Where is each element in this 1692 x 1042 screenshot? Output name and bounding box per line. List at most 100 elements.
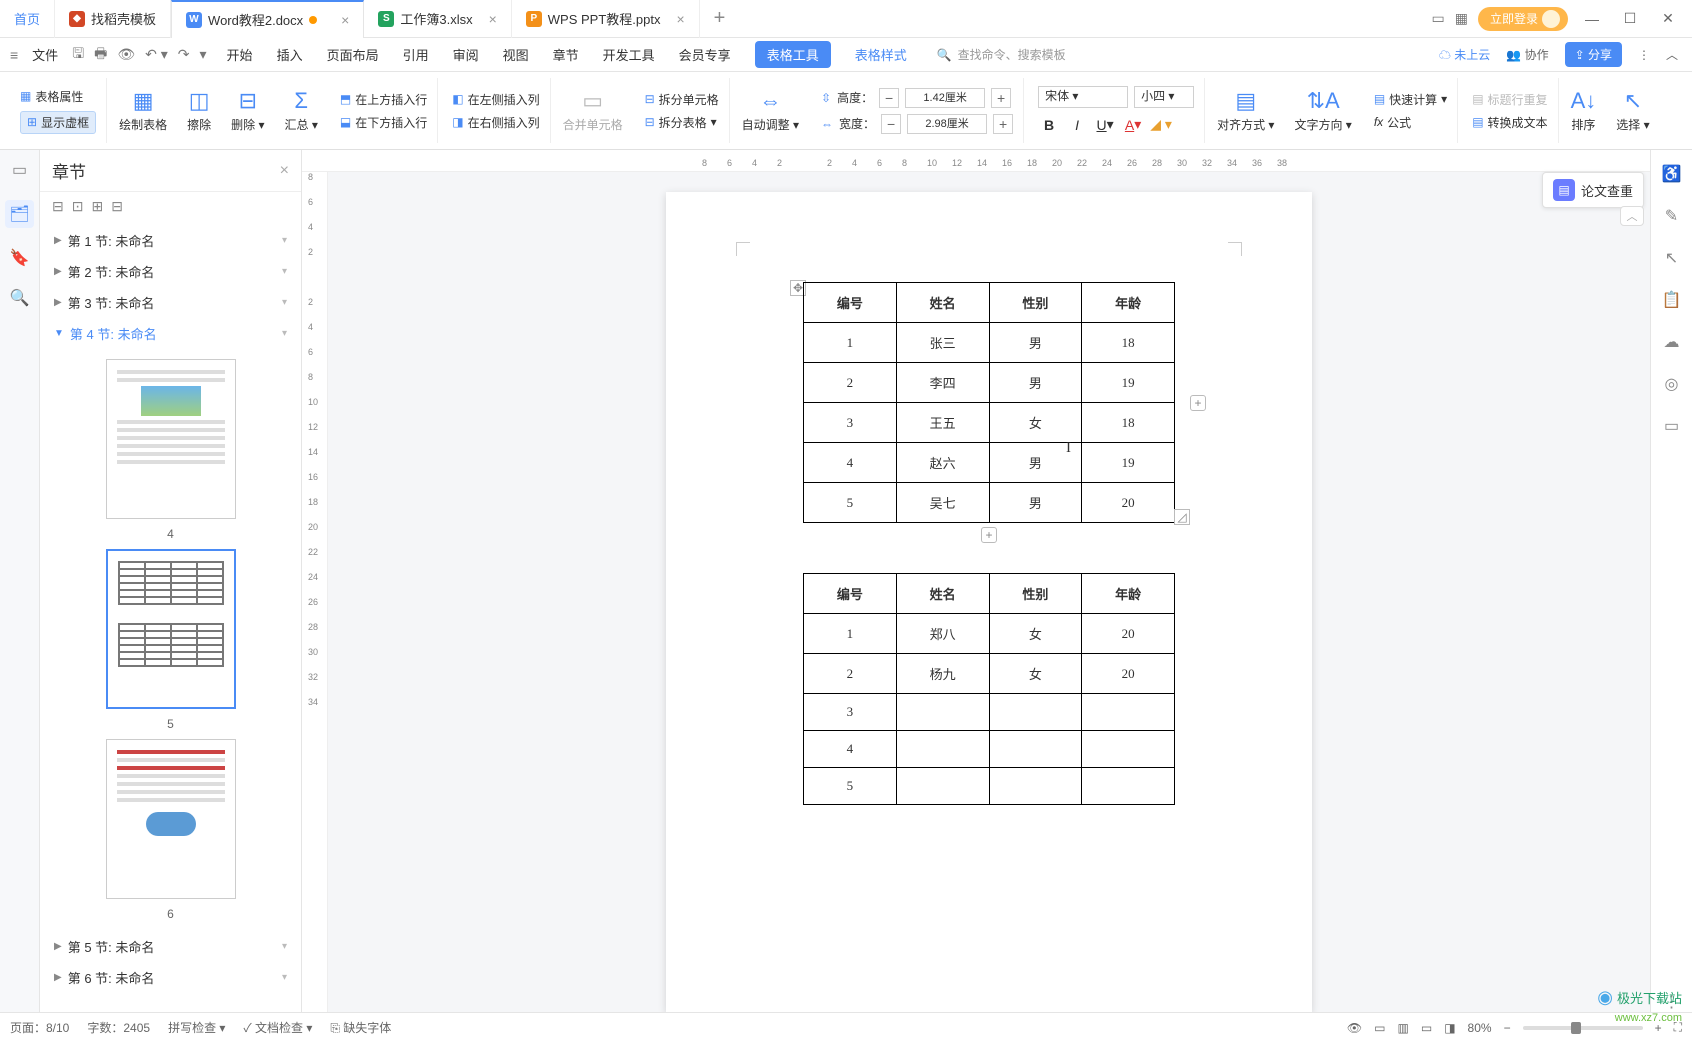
close-icon[interactable]: × [489,11,497,27]
cloud-status[interactable]: ☁ 未上云 [1439,46,1490,63]
collapse-chip[interactable]: ︿ [1620,206,1644,226]
tab-ppt[interactable]: PWPS PPT教程.pptx× [512,0,700,38]
tab-template[interactable]: ◆找稻壳模板 [55,0,171,38]
table-cell[interactable]: 女 [989,403,1082,443]
table-cell[interactable]: 2 [804,654,897,694]
align-button[interactable]: ▤对齐方式 ▾ [1209,78,1282,143]
insert-row-below[interactable]: ⬓在下方插入行 [340,114,427,131]
font-size-select[interactable]: 小四 ▾ [1134,86,1194,108]
menu-review[interactable]: 审阅 [453,45,479,64]
coop-button[interactable]: 👥 协作 [1506,46,1548,63]
table-cell[interactable]: 1 [804,323,897,363]
maximize-button[interactable]: ☐ [1616,10,1644,27]
share-button[interactable]: ⇪ 分享 [1565,42,1622,67]
table-cell[interactable]: 19 [1082,443,1175,483]
table-row[interactable]: 5 [804,768,1175,805]
zoom-slider[interactable] [1523,1026,1643,1030]
table-header[interactable]: 年龄 [1082,574,1175,614]
spell-check[interactable]: 拼写检查 ▾ [168,1019,225,1036]
erase-button[interactable]: ◫擦除 [179,78,219,143]
table-row[interactable]: 5吴七男20 [804,483,1175,523]
menu-section[interactable]: 章节 [553,45,579,64]
table-cell[interactable]: 吴七 [896,483,989,523]
zoom-out[interactable]: − [1504,1021,1511,1035]
table-cell[interactable]: 2 [804,363,897,403]
remove-section-icon[interactable]: ⊟ [111,198,123,215]
table-cell[interactable]: 女 [989,614,1082,654]
horizontal-ruler[interactable]: 86422468101214161820222426283032343638 [302,150,1650,172]
section-item-3[interactable]: ▶第 3 节: 未命名▾ [40,287,301,318]
table-add-row[interactable]: + [981,527,997,543]
highlight-button[interactable]: ◢ ▾ [1150,114,1172,136]
menu-start[interactable]: 开始 [227,45,253,64]
menu-layout[interactable]: 页面布局 [327,45,379,64]
draw-table[interactable]: ▦绘制表格 [111,78,175,143]
preview-icon[interactable]: 👁 [117,46,135,63]
section-item-4[interactable]: ▼第 4 节: 未命名▾ [40,318,301,349]
table-cell[interactable]: 王五 [896,403,989,443]
assistant-icon[interactable]: ♿ [1662,164,1682,184]
table-cell[interactable]: 20 [1082,483,1175,523]
font-color-button[interactable]: A ▾ [1122,114,1144,136]
new-tab-button[interactable]: + [700,7,740,30]
pointer-icon[interactable]: ↖ [1665,248,1678,268]
insert-row-above[interactable]: ⬒在上方插入行 [340,91,427,108]
missing-font[interactable]: ⎘ 缺失字体 [330,1019,391,1036]
cloud-icon[interactable]: ☁ [1664,332,1680,352]
table-row[interactable]: 2李四男19 [804,363,1175,403]
table-cell[interactable] [989,731,1082,768]
menu-ref[interactable]: 引用 [403,45,429,64]
menu-table-style[interactable]: 表格样式 [855,45,907,64]
grid-icon[interactable]: ▦ [1455,10,1468,27]
table-cell[interactable]: 20 [1082,614,1175,654]
vertical-ruler[interactable]: 8642246810121416182022242628303234 [302,172,328,1012]
table-cell[interactable]: 赵六 [896,443,989,483]
auto-fit[interactable]: ⇔自动调整 ▾ [734,78,807,143]
text-direction[interactable]: ⇅A文字方向 ▾ [1286,78,1359,143]
page-indicator[interactable]: 页面：8/10 [10,1019,69,1036]
file-menu[interactable]: 文件 [32,45,58,64]
table-cell[interactable]: 男 [989,483,1082,523]
zoom-value[interactable]: 80% [1468,1021,1492,1035]
table-row[interactable]: 3王五女18 [804,403,1175,443]
table-header[interactable]: 姓名 [896,283,989,323]
more-menu[interactable]: ⋮ [1638,48,1650,62]
tab-home[interactable]: 首页 [0,0,55,38]
table-cell[interactable]: 5 [804,483,897,523]
save-icon[interactable]: 🖫 [72,43,84,67]
menu-view[interactable]: 视图 [503,45,529,64]
login-button[interactable]: 立即登录 [1478,7,1568,31]
font-name-select[interactable]: 宋体 ▾ [1038,86,1128,108]
table-header[interactable]: 年龄 [1082,283,1175,323]
table-header[interactable]: 编号 [804,574,897,614]
convert-to-text[interactable]: ▤转换成文本 [1472,114,1547,131]
eye-icon[interactable]: 👁 [1347,1021,1362,1035]
sections-icon[interactable]: 🗂 [5,200,33,228]
menu-icon[interactable]: ≡ [10,47,18,63]
height-plus[interactable]: + [991,88,1011,108]
table-cell[interactable]: 李四 [896,363,989,403]
table-cell[interactable]: 18 [1082,403,1175,443]
view-mode-2[interactable]: ▥ [1398,1021,1409,1035]
select-button[interactable]: ↖选择 ▾ [1608,78,1657,143]
italic-button[interactable]: I [1066,114,1088,136]
undo-icon[interactable]: ↶ ▾ [145,46,168,63]
show-dashed-border[interactable]: ⊞显示虚框 [20,111,96,134]
table-row[interactable]: 4赵六男19 [804,443,1175,483]
document-page[interactable]: ✥ + 编号姓名性别年龄1张三男182李四男193王五女184赵六男195吴七男… [666,192,1312,1012]
word-count[interactable]: 字数：2405 [87,1019,150,1036]
page-thumb-6[interactable] [106,739,236,899]
table-cell[interactable]: 杨九 [896,654,989,694]
clipboard-icon[interactable]: 📋 [1662,290,1682,310]
width-plus[interactable]: + [993,114,1013,134]
fast-calc[interactable]: ▤快速计算 ▾ [1374,91,1447,108]
section-item-6[interactable]: ▶第 6 节: 未命名▾ [40,962,301,993]
table-resize-handle[interactable]: ◿ [1174,509,1190,525]
table-cell[interactable]: 男 [989,323,1082,363]
table-cell[interactable] [1082,694,1175,731]
add-section-icon[interactable]: ⊞ [91,198,103,215]
split-cells[interactable]: ⊟拆分单元格 [645,91,719,108]
bold-button[interactable]: B [1038,114,1060,136]
paper-check-button[interactable]: ▤论文查重 [1542,172,1644,208]
table-cell[interactable] [989,694,1082,731]
